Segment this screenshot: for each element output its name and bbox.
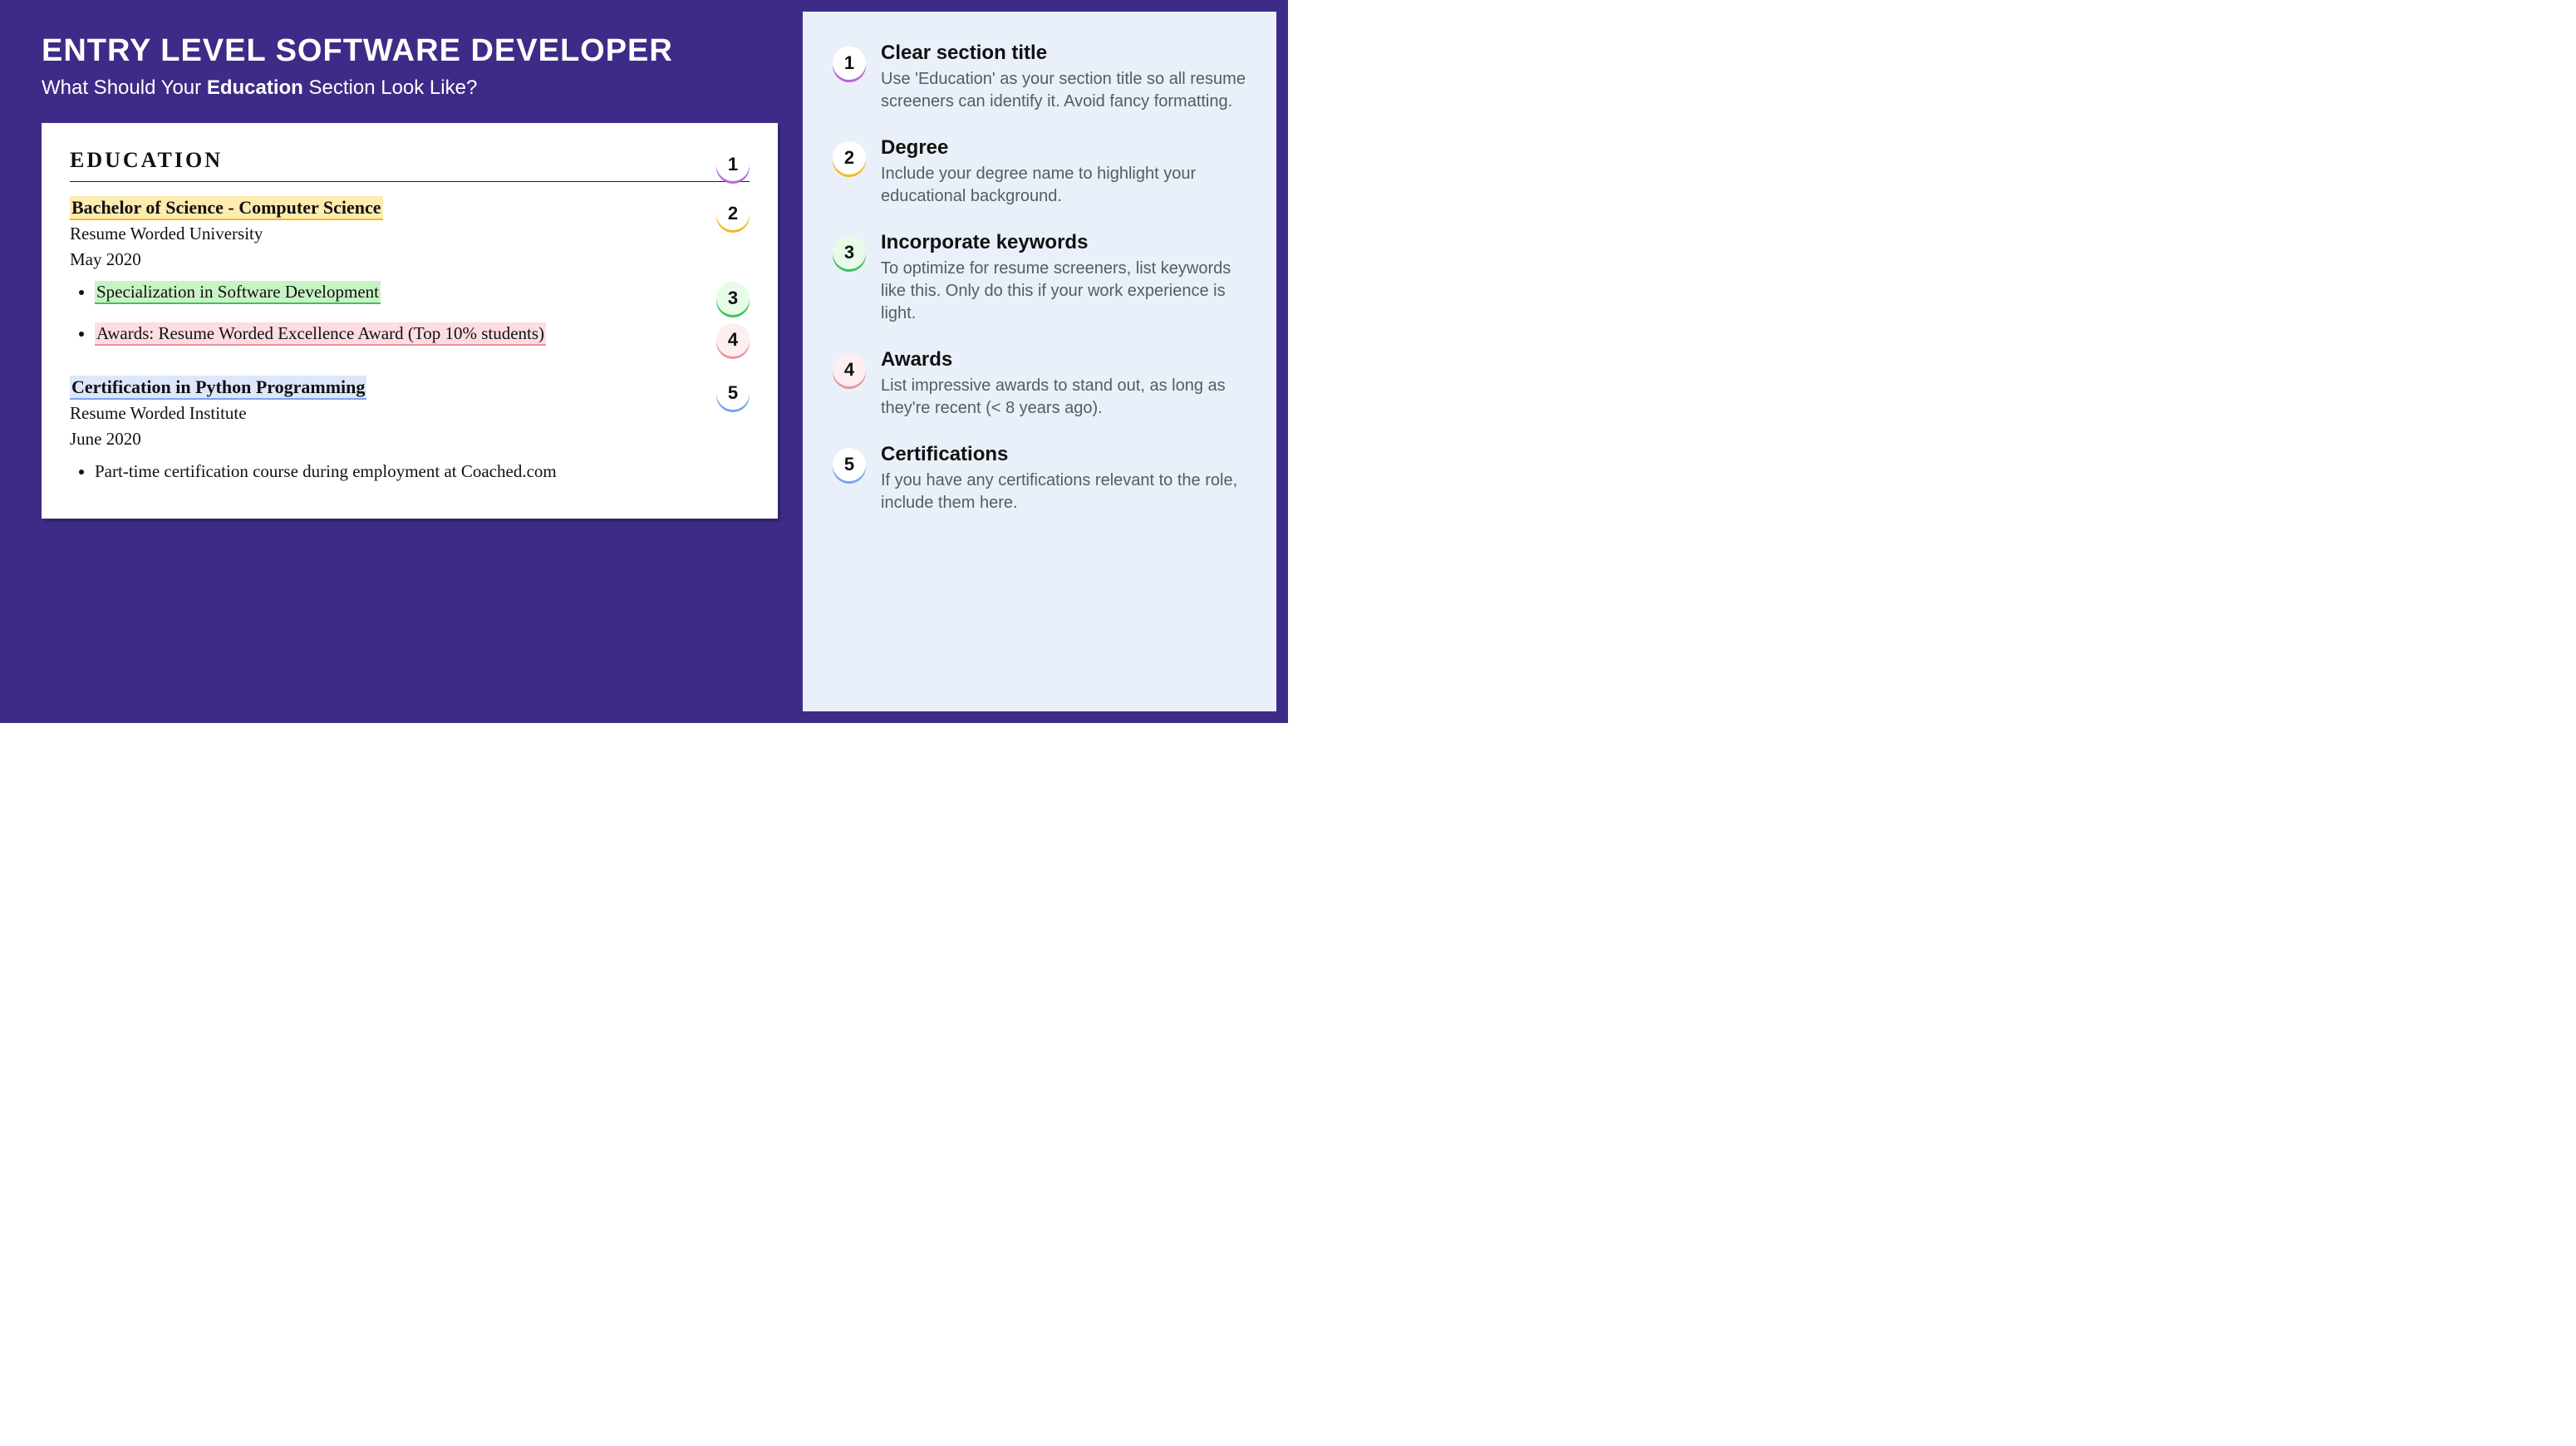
tip-body: List impressive awards to stand out, as … [881, 375, 1246, 420]
tip-title: Awards [881, 348, 1246, 371]
tip-body: Use 'Education' as your section title so… [881, 68, 1246, 113]
degree-institution: Resume Worded University [70, 224, 705, 244]
cert-date: June 2020 [70, 429, 705, 450]
cert-bullets: Part-time certification course during em… [95, 461, 750, 482]
tip-body: If you have any certifications relevant … [881, 470, 1246, 514]
tip-3: 3 Incorporate keywords To optimize for r… [833, 231, 1246, 325]
badge-2: 2 [716, 197, 750, 230]
subtitle-bold: Education [207, 76, 303, 99]
cert-bullet-text: Part-time certification course during em… [95, 461, 557, 481]
bullet-specialization: Specialization in Software Development [95, 281, 381, 304]
tip-badge-5: 5 [833, 448, 866, 481]
subtitle-post: Section Look Like? [303, 76, 477, 99]
subtitle-pre: What Should Your [42, 76, 207, 99]
tip-title: Certifications [881, 443, 1246, 466]
list-item: Awards: Resume Worded Excellence Award (… [95, 323, 750, 357]
tip-5: 5 Certifications If you have any certifi… [833, 443, 1246, 514]
tip-title: Degree [881, 136, 1246, 160]
resume-example-card: EDUCATION 1 Bachelor of Science - Comput… [42, 123, 778, 519]
tip-badge-3: 3 [833, 236, 866, 269]
tips-panel: 1 Clear section title Use 'Education' as… [803, 12, 1276, 711]
tip-badge-2: 2 [833, 141, 866, 175]
badge-5: 5 [716, 376, 750, 410]
tip-4: 4 Awards List impressive awards to stand… [833, 348, 1246, 420]
tip-badge-1: 1 [833, 47, 866, 80]
tip-body: To optimize for resume screeners, list k… [881, 258, 1246, 325]
list-item: Part-time certification course during em… [95, 461, 750, 482]
tip-2: 2 Degree Include your degree name to hig… [833, 136, 1246, 208]
bullet-award: Awards: Resume Worded Excellence Award (… [95, 322, 546, 346]
badge-1: 1 [716, 148, 750, 181]
tip-title: Clear section title [881, 42, 1246, 65]
tip-1: 1 Clear section title Use 'Education' as… [833, 42, 1246, 113]
degree-line: Bachelor of Science - Computer Science [70, 196, 383, 220]
badge-3: 3 [716, 282, 750, 315]
education-heading: EDUCATION [70, 148, 705, 181]
divider [70, 181, 750, 182]
page-subtitle: What Should Your Education Section Look … [42, 76, 778, 100]
degree-bullets: Specialization in Software Development 3… [95, 282, 750, 357]
badge-4: 4 [716, 323, 750, 357]
cert-line: Certification in Python Programming [70, 376, 366, 400]
infographic-canvas: ENTRY LEVEL SOFTWARE DEVELOPER What Shou… [0, 0, 1288, 723]
left-column: ENTRY LEVEL SOFTWARE DEVELOPER What Shou… [0, 0, 803, 723]
certification-block: Certification in Python Programming Resu… [70, 376, 750, 482]
page-title: ENTRY LEVEL SOFTWARE DEVELOPER [42, 33, 778, 70]
tip-title: Incorporate keywords [881, 231, 1246, 254]
degree-date: May 2020 [70, 249, 705, 270]
tip-badge-4: 4 [833, 353, 866, 386]
tip-body: Include your degree name to highlight yo… [881, 163, 1246, 208]
cert-institution: Resume Worded Institute [70, 403, 705, 424]
list-item: Specialization in Software Development 3 [95, 282, 750, 315]
